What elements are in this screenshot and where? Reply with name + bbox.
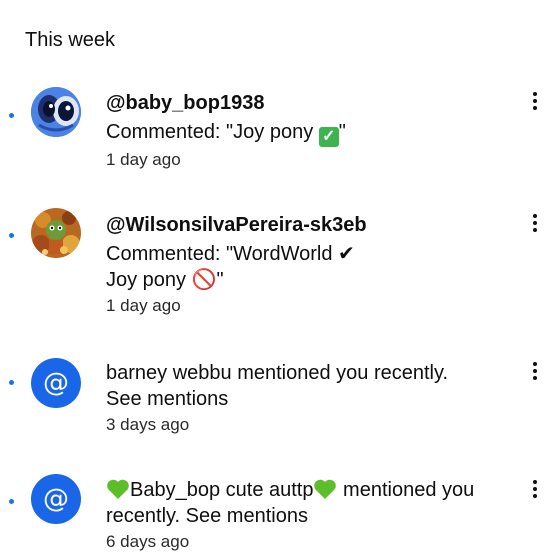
mention-avatar[interactable]: @	[31, 474, 81, 524]
notification-message-line-1: Baby_bop cute auttp mentioned you	[106, 477, 516, 503]
avatar[interactable]	[31, 87, 81, 137]
unread-indicator	[9, 499, 14, 504]
notification-handle: @baby_bop1938	[106, 92, 265, 114]
notification-time: 1 day ago	[106, 150, 181, 169]
notification-text: @WilsonsilvaPereira-sk3eb Commented: "Wo…	[106, 212, 516, 318]
at-sign-icon: @	[43, 484, 69, 514]
notification-item[interactable]: @WilsonsilvaPereira-sk3eb Commented: "Wo…	[0, 206, 560, 326]
notification-time: 6 days ago	[106, 532, 190, 551]
comment-text-end: "	[338, 121, 346, 143]
unread-indicator	[9, 113, 14, 118]
check-mark-button-icon: ✓	[318, 127, 339, 147]
mention-text: mentioned you	[337, 479, 475, 501]
see-mentions-link[interactable]: recently. See mentions	[106, 503, 516, 529]
notification-time: 3 days ago	[106, 415, 190, 434]
notification-handle: @WilsonsilvaPereira-sk3eb	[106, 214, 367, 236]
notification-message-line-1: Commented: "WordWorld ✔	[106, 243, 355, 265]
at-sign-icon: @	[43, 368, 69, 398]
comment-text-start: Commented: "Joy pony	[106, 121, 319, 143]
more-options-icon[interactable]	[524, 358, 546, 384]
more-options-icon[interactable]	[524, 476, 546, 502]
green-heart-icon	[107, 479, 129, 499]
mention-avatar[interactable]: @	[31, 358, 81, 408]
more-options-icon[interactable]	[524, 88, 546, 114]
notification-text: @baby_bop1938 Commented: "Joy pony ✓ " 1 …	[106, 90, 516, 172]
unread-indicator	[9, 233, 14, 238]
notification-message-line-2: Joy pony 🚫"	[106, 269, 224, 291]
avatar[interactable]	[31, 208, 81, 258]
notification-time: 1 day ago	[106, 296, 181, 315]
unread-indicator	[9, 380, 14, 385]
see-mentions-link[interactable]: See mentions	[106, 386, 516, 412]
more-options-icon[interactable]	[524, 210, 546, 236]
notifications-page: This week @baby_bop1938 Commented: "Joy …	[0, 0, 560, 560]
mention-name: Baby_bop cute auttp	[130, 479, 314, 501]
baby-bop-avatar-image	[31, 87, 81, 137]
notification-text: Baby_bop cute auttp mentioned you recent…	[106, 477, 516, 554]
section-title: This week	[25, 29, 116, 51]
notification-item[interactable]: @ barney webbu mentioned you recently. S…	[0, 358, 560, 448]
notification-message: Commented: "Joy pony ✓ "	[106, 119, 516, 147]
notification-item[interactable]: @baby_bop1938 Commented: "Joy pony ✓ " 1 …	[0, 84, 560, 184]
wilson-avatar-image	[31, 208, 81, 258]
green-heart-icon	[314, 479, 337, 499]
notification-item[interactable]: @ Baby_bop cute auttp mentioned you rece…	[0, 474, 560, 560]
notification-message-line-1: barney webbu mentioned you recently.	[106, 362, 449, 384]
notification-text: barney webbu mentioned you recently. See…	[106, 360, 516, 437]
